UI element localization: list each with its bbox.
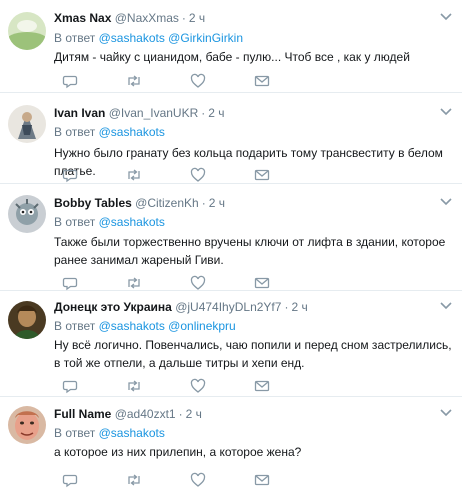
retweet-icon[interactable] [126,167,142,183]
retweet-icon[interactable] [126,472,142,488]
chevron-down-icon[interactable] [440,12,452,22]
chevron-down-icon[interactable] [440,301,452,311]
tweet[interactable]: Донецк это Украина @jU474IhyDLn2Yf7 · 2 ч … [0,291,462,397]
reply-prefix: В ответ [54,125,96,139]
tweet-actions [54,378,354,394]
tweet-header: Ivan Ivan @Ivan_IvanUKR · 2 ч [54,106,225,120]
timestamp[interactable]: 2 ч [291,300,307,314]
avatar[interactable] [8,12,46,50]
author-name[interactable]: Ivan Ivan [54,106,105,120]
reply-context: В ответ @sashakots @onlinekpru [54,319,236,333]
tweet[interactable]: Ivan Ivan @Ivan_IvanUKR · 2 ч В ответ @sas… [0,93,462,184]
timestamp[interactable]: 2 ч [208,106,224,120]
chevron-down-icon[interactable] [440,107,452,117]
timestamp[interactable]: 2 ч [186,407,202,421]
author-handle[interactable]: @ad40zxt1 [115,407,176,421]
chevron-down-icon[interactable] [440,408,452,418]
chevron-down-icon[interactable] [440,197,452,207]
separator-dot: · [284,300,289,314]
author-name[interactable]: Xmas Nax [54,11,111,25]
retweet-icon[interactable] [126,275,142,291]
separator-dot: · [201,106,206,120]
reply-prefix: В ответ [54,31,96,45]
envelope-icon[interactable] [254,167,270,183]
reply-context: В ответ @sashakots [54,215,165,229]
heart-icon[interactable] [190,167,206,183]
mention-link[interactable]: @sashakots [99,319,165,333]
mention-link[interactable]: @sashakots [99,215,165,229]
author-name[interactable]: Донецк это Украина [54,300,172,314]
author-handle[interactable]: @jU474IhyDLn2Yf7 [175,300,281,314]
tweet[interactable]: Bobby Tables @CitizenKh · 2 ч В ответ @sas… [0,184,462,291]
mention-link[interactable]: @sashakots [99,426,165,440]
tweet-text: Ну всё логично. Повенчались, чаю попили … [54,338,452,370]
tweet-text: Дитям - чайку с цианидом, бабе - пулю...… [54,50,410,64]
avatar[interactable] [8,105,46,143]
separator-dot: · [201,196,206,210]
reply-context: В ответ @sashakots @GirkinGirkin [54,31,243,45]
timestamp[interactable]: 2 ч [209,196,225,210]
mention-link[interactable]: @onlinekpru [168,319,236,333]
envelope-icon[interactable] [254,275,270,291]
tweet-actions [54,167,354,183]
mention-link[interactable]: @sashakots [99,125,165,139]
retweet-icon[interactable] [126,73,142,89]
envelope-icon[interactable] [254,378,270,394]
reply-icon[interactable] [62,472,78,488]
avatar[interactable] [8,301,46,339]
tweet[interactable]: Xmas Nax @NaxXmas · 2 ч В ответ @sashakots… [0,0,462,93]
author-name[interactable]: Bobby Tables [54,196,132,210]
separator-dot: · [178,407,183,421]
reply-icon[interactable] [62,167,78,183]
tweet-header: Full Name @ad40zxt1 · 2 ч [54,407,202,421]
separator-dot: · [181,11,186,25]
author-handle[interactable]: @CitizenKh [135,196,199,210]
reply-context: В ответ @sashakots [54,125,165,139]
heart-icon[interactable] [190,472,206,488]
avatar[interactable] [8,406,46,444]
heart-icon[interactable] [190,275,206,291]
envelope-icon[interactable] [254,73,270,89]
reply-prefix: В ответ [54,426,96,440]
reply-icon[interactable] [62,378,78,394]
heart-icon[interactable] [190,73,206,89]
envelope-icon[interactable] [254,472,270,488]
author-name[interactable]: Full Name [54,407,111,421]
heart-icon[interactable] [190,378,206,394]
mention-link[interactable]: @GirkinGirkin [168,31,243,45]
retweet-icon[interactable] [126,378,142,394]
mention-link[interactable]: @sashakots [99,31,165,45]
reply-context: В ответ @sashakots [54,426,165,440]
reply-icon[interactable] [62,73,78,89]
tweet-text: а которое из них прилепин, а которое жен… [54,445,302,459]
tweet-actions [54,472,354,488]
reply-prefix: В ответ [54,215,96,229]
avatar[interactable] [8,195,46,233]
reply-prefix: В ответ [54,319,96,333]
tweet-header: Bobby Tables @CitizenKh · 2 ч [54,196,225,210]
tweet-actions [54,275,354,291]
tweet-text: Также были торжественно вручены ключи от… [54,235,446,267]
timestamp[interactable]: 2 ч [189,11,205,25]
reply-icon[interactable] [62,275,78,291]
tweet-header: Xmas Nax @NaxXmas · 2 ч [54,11,205,25]
author-handle[interactable]: @NaxXmas [115,11,179,25]
tweet[interactable]: Full Name @ad40zxt1 · 2 ч В ответ @sashako… [0,397,462,495]
tweet-actions [54,73,354,89]
author-handle[interactable]: @Ivan_IvanUKR [109,106,199,120]
tweet-header: Донецк это Украина @jU474IhyDLn2Yf7 · 2 ч [54,300,308,314]
